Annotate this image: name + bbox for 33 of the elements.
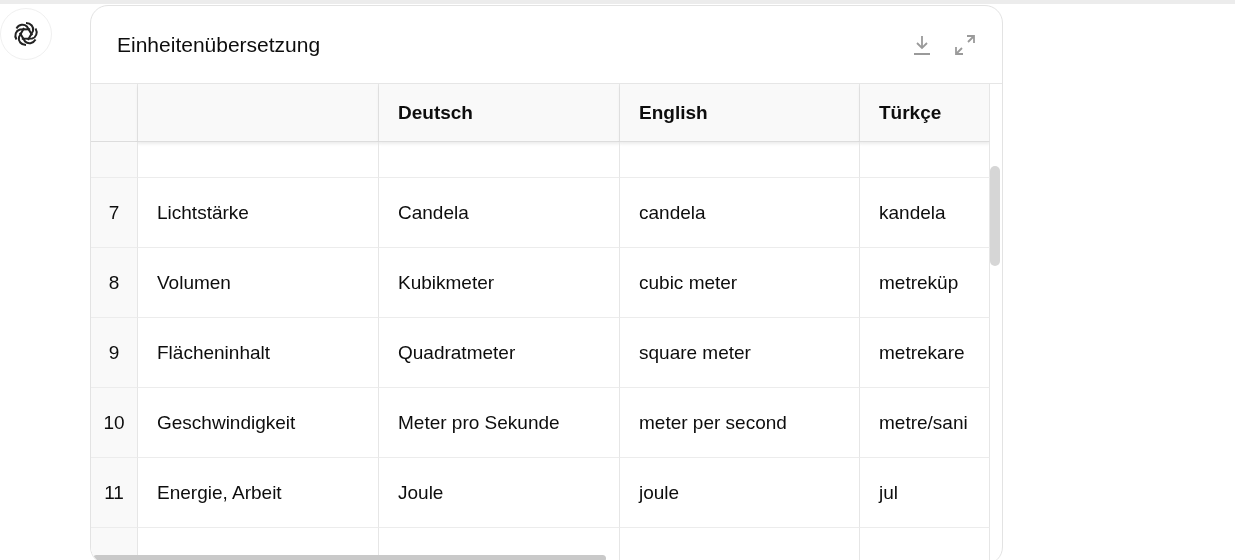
column-header: English <box>620 84 860 142</box>
table-cell: metrekare <box>860 318 990 388</box>
table-cell: Volumen <box>138 248 379 318</box>
table-cell: Energie, Arbeit <box>138 458 379 528</box>
table-cell: meter per second <box>620 388 860 458</box>
row-number: 10 <box>91 388 138 458</box>
table-cell: metreküp <box>860 248 990 318</box>
table-cell: joule <box>620 458 860 528</box>
table-cell: metre/sani <box>860 388 990 458</box>
row-number: 9 <box>91 318 138 388</box>
column-header: Deutsch <box>379 84 620 142</box>
table-cell: candela <box>620 178 860 248</box>
table-cell: cubic meter <box>620 248 860 318</box>
table-cell: Flächeninhalt <box>138 318 379 388</box>
table-cell: Joule <box>379 458 620 528</box>
horizontal-scrollbar[interactable] <box>93 555 606 560</box>
table-cell: Geschwindigkeit <box>138 388 379 458</box>
knot-logo-icon <box>11 19 41 49</box>
table-cell: square meter <box>620 318 860 388</box>
vertical-scrollbar[interactable] <box>990 166 1000 266</box>
table-cell: Quadratmeter <box>379 318 620 388</box>
table-cell: Kubikmeter <box>379 248 620 318</box>
row-number: 7 <box>91 178 138 248</box>
table-cell: Meter pro Sekunde <box>379 388 620 458</box>
table-cell: Lichtstärke <box>138 178 379 248</box>
column-header: Türkçe <box>860 84 990 142</box>
table-cell: Candela <box>379 178 620 248</box>
expand-icon[interactable] <box>954 33 976 56</box>
card-title: Einheitenübersetzung <box>117 32 322 57</box>
row-number: 8 <box>91 248 138 318</box>
table-cell: jul <box>860 458 990 528</box>
row-number: 11 <box>91 458 138 528</box>
download-icon[interactable] <box>912 33 932 56</box>
